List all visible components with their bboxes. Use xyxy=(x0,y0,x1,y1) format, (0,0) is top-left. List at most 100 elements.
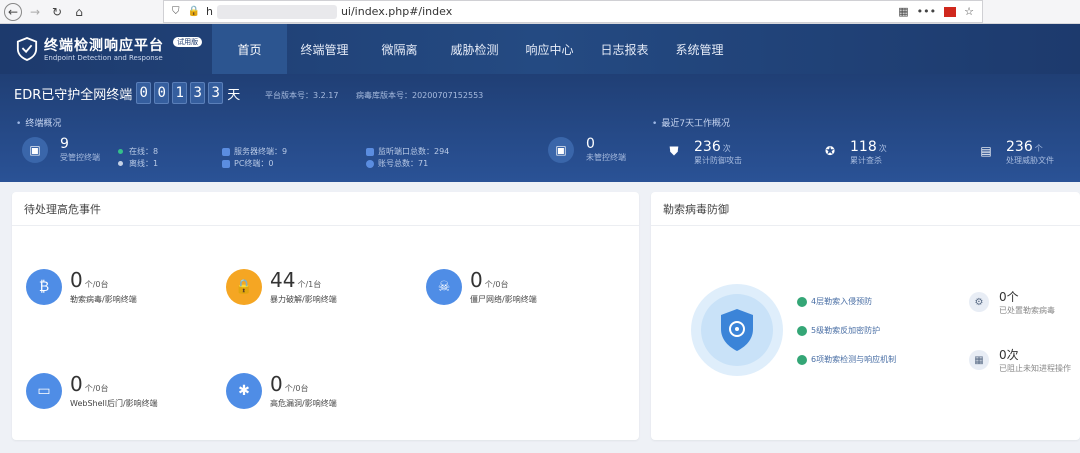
nav-response-center[interactable]: 响应中心 xyxy=(512,24,587,74)
online-text: 在线：8 xyxy=(129,147,159,156)
nav-micro-isolation[interactable]: 微隔离 xyxy=(362,24,437,74)
star-icon[interactable]: ☆ xyxy=(964,5,974,18)
bug-icon: ✱ xyxy=(226,372,262,409)
account-icon xyxy=(366,159,374,168)
digit: 0 xyxy=(154,82,170,104)
event-vulnerability[interactable]: ✱ 0 个/0台 高危漏洞/影响终端 xyxy=(226,372,337,409)
handled-label: 已处置勒索病毒 xyxy=(999,306,1055,315)
port-text: 监听端口总数：294 xyxy=(378,147,450,156)
trial-badge: 试用版 xyxy=(173,36,203,47)
url-bar[interactable]: ⛉ 🔒 h ui/index.php#/index ▦ ••• ☆ xyxy=(163,0,983,23)
app-header: 终端检测响应平台 试用版 Endpoint Detection and Resp… xyxy=(0,24,1080,74)
blocked-count: 0次 xyxy=(999,348,1019,362)
main-nav: 首页 终端管理 微隔离 威胁检测 响应中心 日志报表 系统管理 xyxy=(212,24,737,74)
feature-text: 5级勒索反加密防护 xyxy=(811,326,881,335)
handled-icon: ⚙ xyxy=(969,292,989,312)
shield-icon: ⛉ xyxy=(172,6,180,17)
server-icon xyxy=(222,147,230,156)
event-ransomware[interactable]: ₿ 0 个/0台 勒索病毒/影响终端 xyxy=(26,268,137,305)
managed-count: 9 xyxy=(60,136,69,152)
flag-icon[interactable] xyxy=(944,6,957,17)
event-unit: 个/0台 xyxy=(484,280,509,289)
ransomware-panel: 勒索病毒防御 4层勒索入侵预防 5级勒索反加密防护 6项勒索检测与响应机制 ⚙ … xyxy=(651,192,1080,440)
files-label: 处理威胁文件 xyxy=(1006,156,1054,165)
shield-icon: ⛊ xyxy=(669,143,679,158)
unmanaged-terminals[interactable]: ▣ 0 未管控终端 xyxy=(548,136,626,163)
check-icon xyxy=(797,354,807,365)
managed-label: 受管控终端 xyxy=(60,153,100,162)
kills[interactable]: ✪ 118 次 累计查杀 xyxy=(820,136,887,166)
offline-text: 离线：1 xyxy=(129,159,159,168)
attacks-count: 236 xyxy=(694,139,721,155)
event-botnet[interactable]: ☠ 0 个/0台 僵尸网络/影响终端 xyxy=(426,268,537,305)
nav-endpoint-management[interactable]: 终端管理 xyxy=(287,24,362,74)
threat-files[interactable]: ▤ 236 个 处理威胁文件 xyxy=(976,136,1054,166)
port-count: 监听端口总数：294 xyxy=(366,146,449,157)
managed-terminals[interactable]: ▣ 9 受管控终端 xyxy=(22,136,100,163)
terminal-icon: ▭ xyxy=(26,372,62,409)
qr-icon[interactable]: ▦ xyxy=(898,5,908,18)
nav-threat-detection[interactable]: 威胁检测 xyxy=(437,24,512,74)
attacks-defended[interactable]: ⛊ 236 次 累计防御攻击 xyxy=(664,136,742,166)
edr-unit: 天 xyxy=(227,87,241,103)
event-unit: 个/0台 xyxy=(84,280,109,289)
online-count: 在线：8 xyxy=(118,146,158,157)
event-count: 44 xyxy=(270,268,296,292)
nav-system-management[interactable]: 系统管理 xyxy=(662,24,737,74)
brand[interactable]: 终端检测响应平台 试用版 Endpoint Detection and Resp… xyxy=(16,36,212,62)
more-icon[interactable]: ••• xyxy=(917,5,936,18)
kills-count: 118 xyxy=(850,139,877,155)
event-desc: 高危漏洞/影响终端 xyxy=(270,399,337,408)
app-subtitle: Endpoint Detection and Response xyxy=(44,53,163,62)
feature-item: 4层勒索入侵预防 xyxy=(797,296,872,307)
event-count: 0 xyxy=(70,372,83,396)
unmanaged-label: 未管控终端 xyxy=(586,153,626,162)
edr-days-counter: EDR已守护全网终端 0 0 1 3 3 天 xyxy=(14,82,240,104)
url-path: ui/index.php#/index xyxy=(340,5,453,18)
virus-kill-icon: ✪ xyxy=(824,144,836,158)
event-brute-force[interactable]: 🔒 44 个/1台 暴力破解/影响终端 xyxy=(226,268,337,305)
online-dot-icon xyxy=(118,149,123,154)
blocked-label: 已阻止未知进程操作 xyxy=(999,364,1071,373)
terminal-overview-label: 终端概况 xyxy=(16,116,61,129)
event-webshell[interactable]: ▭ 0 个/0台 WebShell后门/影响终端 xyxy=(26,372,158,409)
event-desc: 僵尸网络/影响终端 xyxy=(470,295,537,304)
port-icon xyxy=(366,147,374,156)
forward-icon[interactable]: → xyxy=(26,3,44,21)
check-icon xyxy=(797,325,807,336)
app-title: 终端检测响应平台 xyxy=(44,37,164,54)
offline-dot-icon xyxy=(118,161,123,166)
back-icon[interactable]: ← xyxy=(4,2,22,21)
feature-item: 5级勒索反加密防护 xyxy=(797,325,880,336)
account-count: 账号总数：71 xyxy=(366,158,428,169)
files-count: 236 xyxy=(1006,139,1033,155)
nav-log-reports[interactable]: 日志报表 xyxy=(587,24,662,74)
kills-label: 累计查杀 xyxy=(850,156,882,165)
event-desc: WebShell后门/影响终端 xyxy=(70,399,158,408)
blocked-operations[interactable]: ▦ 0次 已阻止未知进程操作 xyxy=(969,346,1071,374)
monitor-icon: ▣ xyxy=(22,136,48,163)
attacks-label: 累计防御攻击 xyxy=(694,156,742,165)
event-unit: 个/0台 xyxy=(284,384,309,393)
handled-ransomware[interactable]: ⚙ 0个 已处置勒索病毒 xyxy=(969,288,1055,316)
lock-icon: 🔒 xyxy=(226,268,262,305)
home-icon[interactable]: ⌂ xyxy=(70,3,88,21)
digit: 0 xyxy=(136,82,152,104)
bitcoin-icon: ₿ xyxy=(26,268,62,305)
event-count: 0 xyxy=(270,372,283,396)
kills-unit: 次 xyxy=(878,144,887,153)
platform-version: 平台版本号：3.2.17 xyxy=(265,91,339,100)
event-count: 0 xyxy=(470,268,483,292)
event-unit: 个/1台 xyxy=(297,280,322,289)
handled-count: 0个 xyxy=(999,290,1019,304)
redacted-url xyxy=(216,4,337,19)
reload-icon[interactable]: ↻ xyxy=(48,3,66,21)
account-text: 账号总数：71 xyxy=(378,159,429,168)
feature-text: 6项勒索检测与响应机制 xyxy=(811,355,897,364)
server-text: 服务器终端：9 xyxy=(234,147,288,156)
nav-home[interactable]: 首页 xyxy=(212,24,287,74)
files-unit: 个 xyxy=(1034,144,1043,153)
server-count: 服务器终端：9 xyxy=(222,146,287,157)
file-icon: ▤ xyxy=(980,144,992,158)
panel-title: 待处理高危事件 xyxy=(12,192,639,226)
